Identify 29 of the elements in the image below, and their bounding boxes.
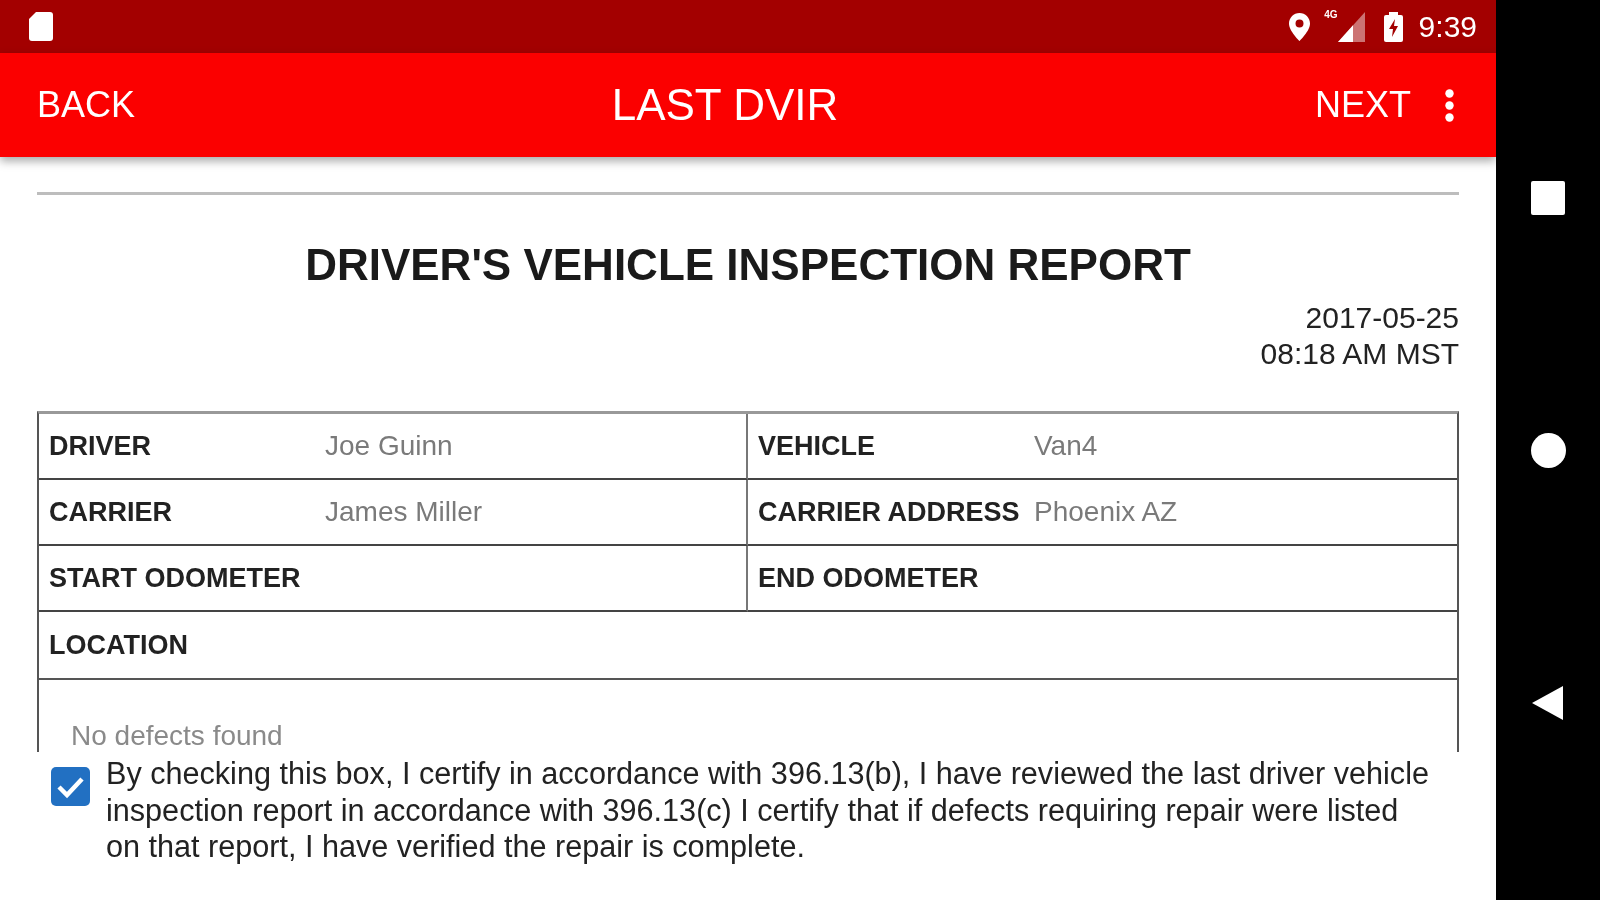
field-label: CARRIER (49, 496, 173, 528)
back-icon[interactable] (1532, 686, 1564, 720)
home-icon[interactable] (1530, 433, 1566, 468)
status-time: 9:39 (1418, 9, 1477, 44)
field-label: VEHICLE (758, 430, 877, 462)
report-time: 08:18 AM MST (1260, 336, 1459, 372)
field-label: END ODOMETER (758, 562, 980, 594)
field-value: Van4 (1034, 430, 1099, 462)
report-date: 2017-05-25 (1305, 300, 1459, 336)
field-value: Joe Guinn (325, 430, 454, 462)
location-pin-icon (1289, 12, 1311, 41)
report-title: DRIVER'S VEHICLE INSPECTION REPORT (304, 239, 1192, 291)
field-value: Phoenix AZ (1034, 496, 1179, 528)
field-label: LOCATION (49, 629, 189, 661)
field-label: DRIVER (49, 430, 152, 462)
network-type-label: 4G (1324, 9, 1338, 20)
signal-icon (1337, 11, 1365, 42)
more-menu-icon[interactable] (1445, 88, 1454, 122)
field-value: James Miller (325, 496, 484, 528)
defects-text: No defects found (71, 720, 283, 751)
next-button[interactable]: NEXT (1314, 84, 1411, 126)
certification-text: By checking this box, I certify in accordance with 396.13(b), I have reviewed the last driver vehicle inspection report in accordance with 396.13(c) I certify that if defects requiring repair were listed on that report, I have verified the repair is complete. (106, 755, 1430, 865)
sd-card-icon (29, 12, 53, 41)
screen-title: LAST DVIR (611, 79, 839, 131)
battery-charging-icon (1383, 11, 1403, 42)
field-label: CARRIER ADDRESS (758, 496, 1021, 528)
back-button[interactable]: BACK (37, 84, 136, 126)
certify-checkbox[interactable] (51, 767, 90, 806)
field-label: START ODOMETER (49, 562, 302, 594)
